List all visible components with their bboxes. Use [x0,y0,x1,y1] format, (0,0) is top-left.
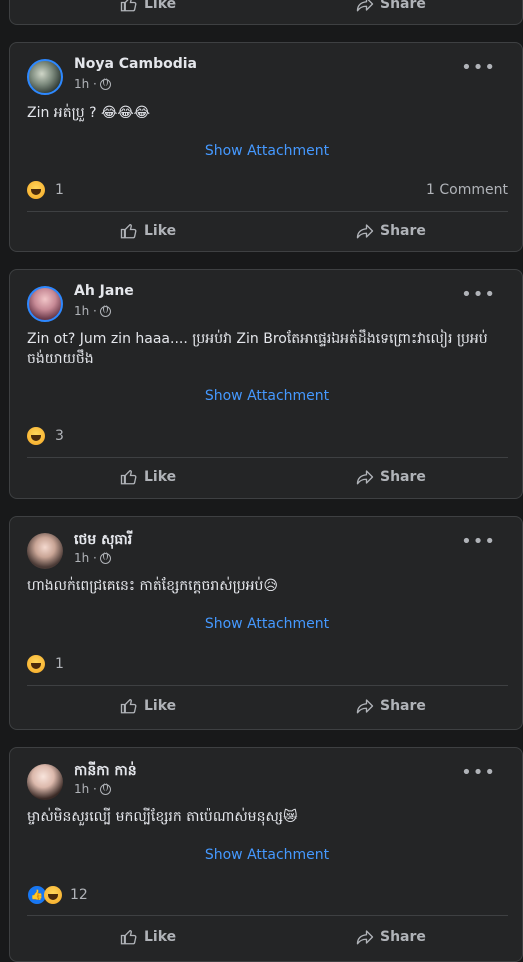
divider [27,915,508,916]
like-label: Like [144,0,177,12]
share-label: Share [380,469,426,485]
reaction-count: 12 [70,887,88,903]
show-attachment-link[interactable]: Show Attachment [10,847,523,863]
like-button[interactable]: Like [120,0,176,13]
author-name[interactable]: Noya Cambodia [74,56,197,72]
post-meta: 1h · [74,782,111,796]
like-button[interactable]: Like [120,697,176,715]
share-label: Share [380,223,426,239]
divider [27,685,508,686]
reaction-summary[interactable]: 1 [27,655,64,673]
like-label: Like [144,929,177,945]
share-arrow-icon [356,930,374,945]
timestamp[interactable]: 1h · [74,304,97,318]
share-arrow-icon [356,224,374,239]
share-arrow-icon [356,0,374,12]
haha-reaction-icon [27,427,45,445]
post-meta: 1h · [74,304,111,318]
share-button[interactable]: Share [356,0,426,13]
thumbs-up-icon [120,698,137,714]
more-options-icon[interactable]: ••• [461,764,496,782]
show-attachment-link[interactable]: Show Attachment [10,616,523,632]
thumbs-up-icon [120,0,137,12]
post-card: ថេម សុធារី 1h · ••• ហាងលក់ពេជ្រគេនេះ កាត… [9,516,523,730]
reaction-summary[interactable]: 3 [27,427,64,445]
reaction-count: 1 [55,656,64,672]
globe-icon [99,305,111,317]
timestamp[interactable]: 1h · [74,77,97,91]
share-label: Share [380,0,426,12]
divider [27,457,508,458]
more-options-icon[interactable]: ••• [461,533,496,551]
post-text: ហាងលក់ពេជ្រគេនេះ កាត់ខ្សែកក្ដេចរាស់ប្រអប… [27,578,278,594]
avatar[interactable] [27,286,63,322]
globe-icon [99,552,111,564]
like-label: Like [144,698,177,714]
haha-reaction-icon [44,886,62,904]
comment-count[interactable]: 1 Comment [426,182,508,198]
reaction-count: 1 [55,182,64,198]
like-button[interactable]: Like [120,468,176,486]
share-label: Share [380,929,426,945]
avatar[interactable] [27,59,63,95]
reaction-summary[interactable]: 👍 12 [27,885,88,905]
like-button[interactable]: Like [120,222,176,240]
share-button[interactable]: Share [356,928,426,946]
reaction-summary[interactable]: 1 [27,181,64,199]
show-attachment-link[interactable]: Show Attachment [10,143,523,159]
like-label: Like [144,223,177,239]
share-arrow-icon [356,470,374,485]
post-meta: 1h · [74,551,111,565]
author-name[interactable]: ថេម សុធារី [74,530,132,551]
timestamp[interactable]: 1h · [74,551,97,565]
post-text: Zin អត់ប្រួ ? 😂😂😂 [27,105,151,121]
post-text: Zin ot? Jum zin haaa.... ប្រអប់វា Zin Br… [27,331,488,367]
more-options-icon[interactable]: ••• [461,59,496,77]
thumbs-up-icon [120,929,137,945]
author-name[interactable]: កានីកា កាន់ [74,761,137,782]
thumbs-up-icon [120,223,137,239]
timestamp[interactable]: 1h · [74,782,97,796]
show-attachment-link[interactable]: Show Attachment [10,388,523,404]
like-button[interactable]: Like [120,928,176,946]
more-options-icon[interactable]: ••• [461,286,496,304]
like-label: Like [144,469,177,485]
avatar[interactable] [27,764,63,800]
globe-icon [99,783,111,795]
haha-reaction-icon [27,655,45,673]
post-card: Noya Cambodia 1h · ••• Zin អត់ប្រួ ? 😂😂😂… [9,42,523,252]
share-button[interactable]: Share [356,697,426,715]
globe-icon [99,78,111,90]
share-button[interactable]: Share [356,222,426,240]
avatar[interactable] [27,533,63,569]
post-card: Ah Jane 1h · ••• Zin ot? Jum zin haaa...… [9,269,523,499]
share-button[interactable]: Share [356,468,426,486]
haha-reaction-icon [27,181,45,199]
thumbs-up-icon [120,469,137,485]
post-card-previous: Like Share [9,0,523,25]
post-meta: 1h · [74,77,111,91]
post-text: ម្ចាស់មិនសួរល្បើ មកល្បីខ្សែរក តាប៉េណាស់ម… [27,809,298,825]
reaction-count: 3 [55,428,64,444]
share-label: Share [380,698,426,714]
author-name[interactable]: Ah Jane [74,283,134,299]
post-card: កានីកា កាន់ 1h · ••• ម្ចាស់មិនសួរល្បើ មក… [9,747,523,962]
share-arrow-icon [356,699,374,714]
divider [27,211,508,212]
